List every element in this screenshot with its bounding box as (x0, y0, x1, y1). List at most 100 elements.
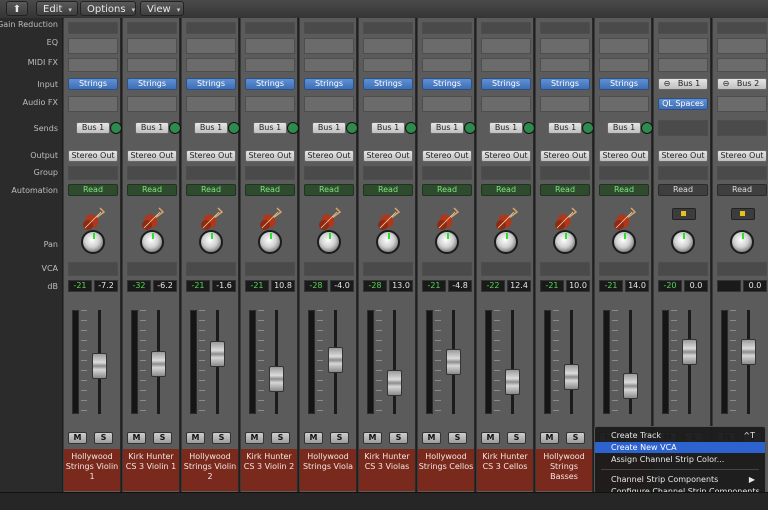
input-slot[interactable]: Strings (304, 78, 354, 90)
volume-fader[interactable] (505, 369, 520, 395)
eq-thumbnail[interactable] (363, 38, 413, 54)
send-slot[interactable]: Bus 1 (312, 122, 346, 134)
output-slot[interactable]: Stereo Out (127, 150, 177, 162)
eq-thumbnail[interactable] (599, 38, 649, 54)
automation-mode-button[interactable]: Read (245, 184, 295, 196)
vca-slot[interactable] (658, 262, 708, 276)
volume-display[interactable]: -4.8 (448, 280, 472, 292)
midi-fx-slot[interactable] (481, 58, 531, 72)
track-name[interactable]: Hollywood Strings Basses (536, 449, 592, 491)
audio-fx-slot[interactable] (363, 96, 413, 112)
group-slot[interactable] (422, 166, 472, 180)
track-name[interactable]: Kirk Hunter CS 3 Cellos (477, 449, 533, 491)
group-slot[interactable] (658, 166, 708, 180)
midi-fx-slot[interactable] (186, 58, 236, 72)
output-slot[interactable]: Stereo Out (245, 150, 295, 162)
group-slot[interactable] (186, 166, 236, 180)
peak-level-display[interactable]: -21 (68, 280, 92, 292)
volume-display[interactable]: 0.0 (743, 280, 767, 292)
automation-mode-button[interactable]: Read (363, 184, 413, 196)
audio-fx-slot[interactable] (245, 96, 295, 112)
input-slot[interactable]: Strings (127, 78, 177, 90)
group-slot[interactable] (127, 166, 177, 180)
send-level-knob[interactable] (169, 122, 181, 134)
output-slot[interactable]: Stereo Out (481, 150, 531, 162)
pan-knob[interactable] (199, 230, 223, 254)
volume-display[interactable]: 10.8 (271, 280, 295, 292)
peak-level-display[interactable]: -21 (540, 280, 564, 292)
menu-item-assign-color[interactable]: Assign Channel Strip Color... (595, 454, 765, 465)
mute-button[interactable]: M (127, 432, 146, 444)
mute-button[interactable]: M (363, 432, 382, 444)
solo-button[interactable]: S (153, 432, 172, 444)
eq-thumbnail[interactable] (717, 38, 767, 54)
input-slot[interactable]: Strings (245, 78, 295, 90)
midi-fx-slot[interactable] (658, 58, 708, 72)
pan-knob[interactable] (376, 230, 400, 254)
send-slot[interactable]: Bus 1 (371, 122, 405, 134)
peak-level-display[interactable]: -28 (304, 280, 328, 292)
output-slot[interactable]: Stereo Out (658, 150, 708, 162)
volume-fader[interactable] (387, 370, 402, 396)
send-slot[interactable] (717, 120, 767, 136)
input-slot[interactable]: ⊖ Bus 2 (717, 78, 767, 90)
volume-display[interactable]: -4.0 (330, 280, 354, 292)
track-name[interactable]: Kirk Hunter CS 3 Violin 1 (123, 449, 179, 491)
send-slot[interactable]: Bus 1 (489, 122, 523, 134)
volume-fader[interactable] (92, 353, 107, 379)
vca-slot[interactable] (717, 262, 767, 276)
volume-fader[interactable] (564, 364, 579, 390)
midi-fx-slot[interactable] (422, 58, 472, 72)
audio-fx-slot[interactable] (422, 96, 472, 112)
pan-knob[interactable] (730, 230, 754, 254)
audio-fx-slot[interactable] (304, 96, 354, 112)
audio-fx-slot[interactable] (186, 96, 236, 112)
automation-mode-button[interactable]: Read (127, 184, 177, 196)
input-slot[interactable]: Strings (540, 78, 590, 90)
eq-thumbnail[interactable] (540, 38, 590, 54)
pan-knob[interactable] (317, 230, 341, 254)
view-menu-button[interactable]: View ▾ (140, 1, 184, 16)
output-slot[interactable]: Stereo Out (304, 150, 354, 162)
automation-mode-button[interactable]: Read (68, 184, 118, 196)
midi-fx-slot[interactable] (304, 58, 354, 72)
send-slot[interactable]: Bus 1 (194, 122, 228, 134)
menu-item-create-new-vca[interactable]: Create New VCA (595, 442, 765, 453)
pan-knob[interactable] (494, 230, 518, 254)
automation-mode-button[interactable]: Read (717, 184, 767, 196)
volume-fader[interactable] (446, 349, 461, 375)
automation-mode-button[interactable]: Read (658, 184, 708, 196)
up-arrow-button[interactable]: ⬆ (6, 1, 28, 16)
midi-fx-slot[interactable] (540, 58, 590, 72)
mute-button[interactable]: M (540, 432, 559, 444)
group-slot[interactable] (599, 166, 649, 180)
midi-fx-slot[interactable] (599, 58, 649, 72)
input-slot[interactable]: Strings (422, 78, 472, 90)
vca-slot[interactable] (68, 262, 118, 276)
vca-slot[interactable] (186, 262, 236, 276)
solo-button[interactable]: S (212, 432, 231, 444)
audio-fx-slot[interactable] (540, 96, 590, 112)
send-slot[interactable]: Bus 1 (76, 122, 110, 134)
pan-knob[interactable] (435, 230, 459, 254)
peak-level-display[interactable]: -21 (245, 280, 269, 292)
volume-fader[interactable] (623, 373, 638, 399)
volume-display[interactable]: -1.6 (212, 280, 236, 292)
group-slot[interactable] (481, 166, 531, 180)
output-slot[interactable]: Stereo Out (186, 150, 236, 162)
solo-button[interactable]: S (94, 432, 113, 444)
track-name[interactable]: Hollywood Strings Violin 2 (182, 449, 238, 491)
solo-button[interactable]: S (271, 432, 290, 444)
send-level-knob[interactable] (641, 122, 653, 134)
audio-fx-slot[interactable] (599, 96, 649, 112)
group-slot[interactable] (304, 166, 354, 180)
output-slot[interactable]: Stereo Out (422, 150, 472, 162)
mute-button[interactable]: M (245, 432, 264, 444)
volume-fader[interactable] (210, 341, 225, 367)
volume-fader[interactable] (151, 351, 166, 377)
mute-button[interactable]: M (68, 432, 87, 444)
volume-display[interactable]: 0.0 (684, 280, 708, 292)
output-slot[interactable]: Stereo Out (540, 150, 590, 162)
track-name[interactable]: Kirk Hunter CS 3 Violas (359, 449, 415, 491)
automation-mode-button[interactable]: Read (186, 184, 236, 196)
